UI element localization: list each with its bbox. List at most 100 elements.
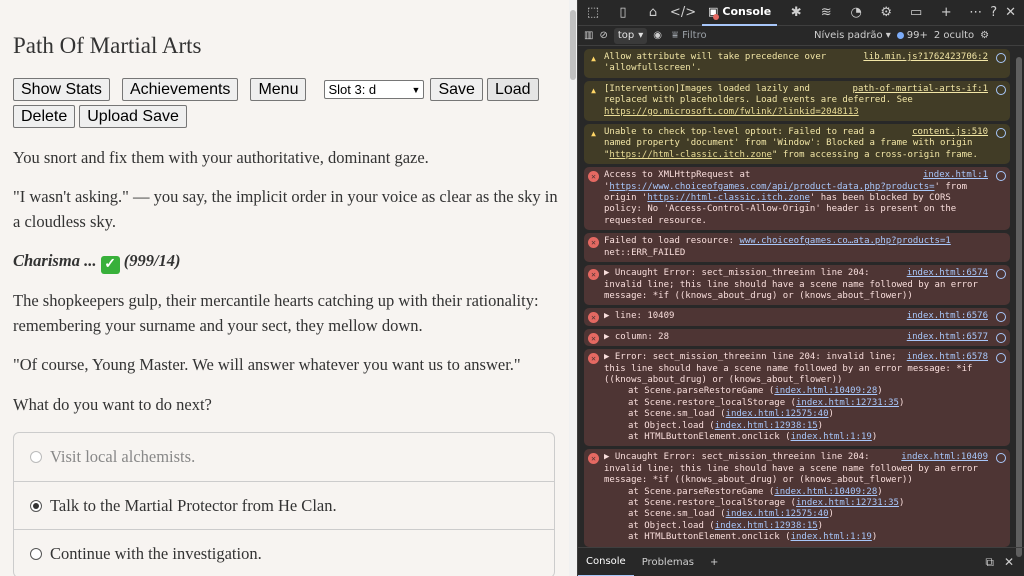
stack-frame: at HTMLButtonElement.onclick (index.html… bbox=[604, 532, 988, 543]
ai-explain-icon[interactable] bbox=[996, 84, 1006, 95]
console-warning[interactable]: ▲ path-of-martial-arts-if:1 [Intervention]… bbox=[584, 80, 1010, 122]
close-icon[interactable]: ✕ bbox=[1005, 5, 1016, 20]
save-button[interactable]: Save bbox=[430, 78, 483, 101]
message-link[interactable]: https://html-classic.itch.zone bbox=[609, 150, 772, 160]
stat-check-label: Charisma ... bbox=[13, 251, 97, 270]
menu-button[interactable]: Menu bbox=[250, 78, 307, 101]
application-icon[interactable]: ▭ bbox=[905, 2, 927, 24]
eye-icon[interactable]: ◉ bbox=[653, 30, 662, 41]
source-link[interactable]: index.html:6577 bbox=[907, 332, 988, 343]
source-link[interactable]: index.html:10409 bbox=[901, 452, 988, 463]
achievements-button[interactable]: Achievements bbox=[121, 78, 239, 101]
source-link[interactable]: index.html:6574 bbox=[907, 268, 988, 279]
stack-frame-link[interactable]: index.html:12731:35 bbox=[796, 498, 899, 508]
ai-explain-icon[interactable] bbox=[996, 453, 1006, 464]
issues-badge[interactable]: 99+ bbox=[896, 30, 928, 41]
elements-icon[interactable]: </> bbox=[670, 2, 696, 24]
choice-option[interactable]: Talk to the Martial Protector from He Cl… bbox=[14, 481, 554, 529]
message-link[interactable]: https://go.microsoft.com/fwlink/?linkid=… bbox=[604, 107, 859, 117]
source-link[interactable]: index.html:1 bbox=[923, 170, 988, 181]
source-link[interactable]: content.js:510 bbox=[912, 127, 988, 138]
levels-select[interactable]: Níveis padrão ▾ bbox=[814, 30, 891, 41]
drawer-tab-console[interactable]: Console bbox=[578, 548, 634, 576]
device-icon[interactable]: ▯ bbox=[612, 2, 634, 24]
console-error[interactable]: ✕ index.html:6577 ▶ column: 28 bbox=[584, 328, 1010, 347]
upload-save-button[interactable]: Upload Save bbox=[79, 105, 187, 128]
console-error[interactable]: ✕ index.html:6576 ▶ line: 10409 bbox=[584, 308, 1010, 326]
console-error[interactable]: ✕ Failed to load resource: www.choiceofga… bbox=[584, 233, 1010, 263]
scrollbar-thumb[interactable] bbox=[570, 10, 576, 80]
console-warning[interactable]: ▲ lib.min.js?1762423706:2 Allow attribute … bbox=[584, 49, 1010, 78]
ai-explain-icon[interactable] bbox=[996, 312, 1006, 323]
tab-console[interactable]: ▣ Console bbox=[702, 0, 778, 26]
message-link[interactable]: www.choiceofgames.co…ata.php?products=1 bbox=[739, 236, 950, 246]
stack-frame-link[interactable]: index.html:1:19 bbox=[791, 532, 872, 542]
stack-frame-link[interactable]: index.html:12938:15 bbox=[715, 521, 818, 531]
source-link[interactable]: lib.min.js?1762423706:2 bbox=[863, 52, 988, 63]
console-scrollbar[interactable] bbox=[1014, 47, 1024, 557]
source-link[interactable]: index.html:6576 bbox=[907, 311, 988, 322]
show-stats-button[interactable]: Show Stats bbox=[13, 78, 110, 101]
stack-frame-link[interactable]: index.html:12575:40 bbox=[726, 409, 829, 419]
save-slot-select[interactable]: Slot 3: d ▼ bbox=[324, 80, 425, 99]
radio-checked-icon[interactable] bbox=[30, 499, 42, 512]
choice-option: Visit local alchemists. bbox=[14, 433, 554, 481]
story-paragraph: You snort and fix them with your authori… bbox=[13, 148, 429, 167]
ai-explain-icon[interactable] bbox=[996, 269, 1006, 280]
performance-icon[interactable]: ◔ bbox=[845, 2, 867, 24]
ai-explain-icon[interactable] bbox=[996, 128, 1006, 139]
filter-placeholder: Filtro bbox=[682, 30, 707, 41]
drawer-tab-problems[interactable]: Problemas bbox=[634, 548, 702, 576]
stack-frame: at Scene.parseRestoreGame (index.html:10… bbox=[604, 487, 988, 498]
context-value: top bbox=[617, 30, 635, 41]
plus-icon[interactable]: + bbox=[935, 2, 957, 24]
choice-option[interactable]: Continue with the investigation. bbox=[14, 529, 554, 576]
stack-frame-link[interactable]: index.html:12575:40 bbox=[726, 509, 829, 519]
ai-explain-icon[interactable] bbox=[996, 332, 1006, 343]
close-icon[interactable]: ✕ bbox=[1004, 555, 1014, 570]
stack-frame-link[interactable]: index.html:12731:35 bbox=[796, 398, 899, 408]
settings-icon[interactable]: ⚙ bbox=[980, 30, 989, 41]
console-error[interactable]: ✕ index.html:1 Access to XMLHttpRequest at… bbox=[584, 167, 1010, 231]
clear-icon[interactable]: ⊘ bbox=[599, 30, 607, 41]
console-error[interactable]: ✕ index.html:10409 ▶ Uncaught Error: sect_… bbox=[584, 449, 1010, 547]
tab-console-label: Console bbox=[722, 5, 772, 18]
console-warning[interactable]: ▲ content.js:510 Unable to check top-level… bbox=[584, 124, 1010, 165]
more-icon[interactable]: ⋯ bbox=[969, 5, 982, 20]
context-select[interactable]: top ▾ bbox=[613, 27, 648, 44]
bug-icon[interactable]: ✱ bbox=[785, 2, 807, 24]
message-link[interactable]: https://html-classic.itch.zone bbox=[647, 193, 810, 203]
delete-button[interactable]: Delete bbox=[13, 105, 76, 128]
source-link[interactable]: path-of-martial-arts-if:1 bbox=[853, 84, 988, 95]
stack-frame-link[interactable]: index.html:12938:15 bbox=[715, 421, 818, 431]
game-scrollbar[interactable] bbox=[569, 0, 577, 576]
gear-icon[interactable]: ⚙ bbox=[875, 2, 897, 24]
source-link[interactable]: index.html:6578 bbox=[907, 352, 988, 363]
stack-frame-link[interactable]: index.html:10409:28 bbox=[774, 487, 877, 497]
scrollbar-thumb[interactable] bbox=[1016, 57, 1022, 557]
stack-frame: at Scene.parseRestoreGame (index.html:10… bbox=[604, 386, 988, 397]
filter-input[interactable]: ⩸ Filtro bbox=[668, 28, 808, 44]
inspect-icon[interactable]: ⬚ bbox=[582, 2, 604, 24]
message-text: net::ERR_FAILED bbox=[604, 247, 686, 258]
message-link[interactable]: https://www.choiceofgames.com/api/produc… bbox=[609, 182, 934, 192]
stack-frame-link[interactable]: index.html:1:19 bbox=[791, 432, 872, 442]
ai-explain-icon[interactable] bbox=[996, 353, 1006, 364]
home-icon[interactable]: ⌂ bbox=[642, 2, 664, 24]
help-icon[interactable]: ? bbox=[990, 5, 997, 20]
stack-frame-link[interactable]: index.html:10409:28 bbox=[774, 386, 877, 396]
console-error[interactable]: ✕ index.html:6578 ▶ Error: sect_mission_th… bbox=[584, 349, 1010, 447]
console-error[interactable]: ✕ index.html:6574 ▶ Uncaught Error: sect_m… bbox=[584, 265, 1010, 306]
radio-icon[interactable] bbox=[30, 547, 42, 560]
game-toolbar-row-2: Delete Upload Save bbox=[13, 105, 199, 128]
dock-icon[interactable]: ⧉ bbox=[985, 555, 994, 570]
choice-label: Visit local alchemists. bbox=[50, 447, 196, 466]
load-button[interactable]: Load bbox=[486, 78, 539, 101]
plus-icon[interactable]: + bbox=[702, 548, 726, 576]
ai-explain-icon[interactable] bbox=[996, 53, 1006, 63]
sidebar-toggle-icon[interactable]: ▥ bbox=[584, 30, 593, 41]
wifi-icon[interactable]: ≋ bbox=[815, 2, 837, 24]
stat-check: Charisma ... ✓ (999/14) bbox=[13, 248, 558, 274]
ai-explain-icon[interactable] bbox=[996, 171, 1006, 182]
stack-frame-close: ) bbox=[828, 409, 834, 420]
